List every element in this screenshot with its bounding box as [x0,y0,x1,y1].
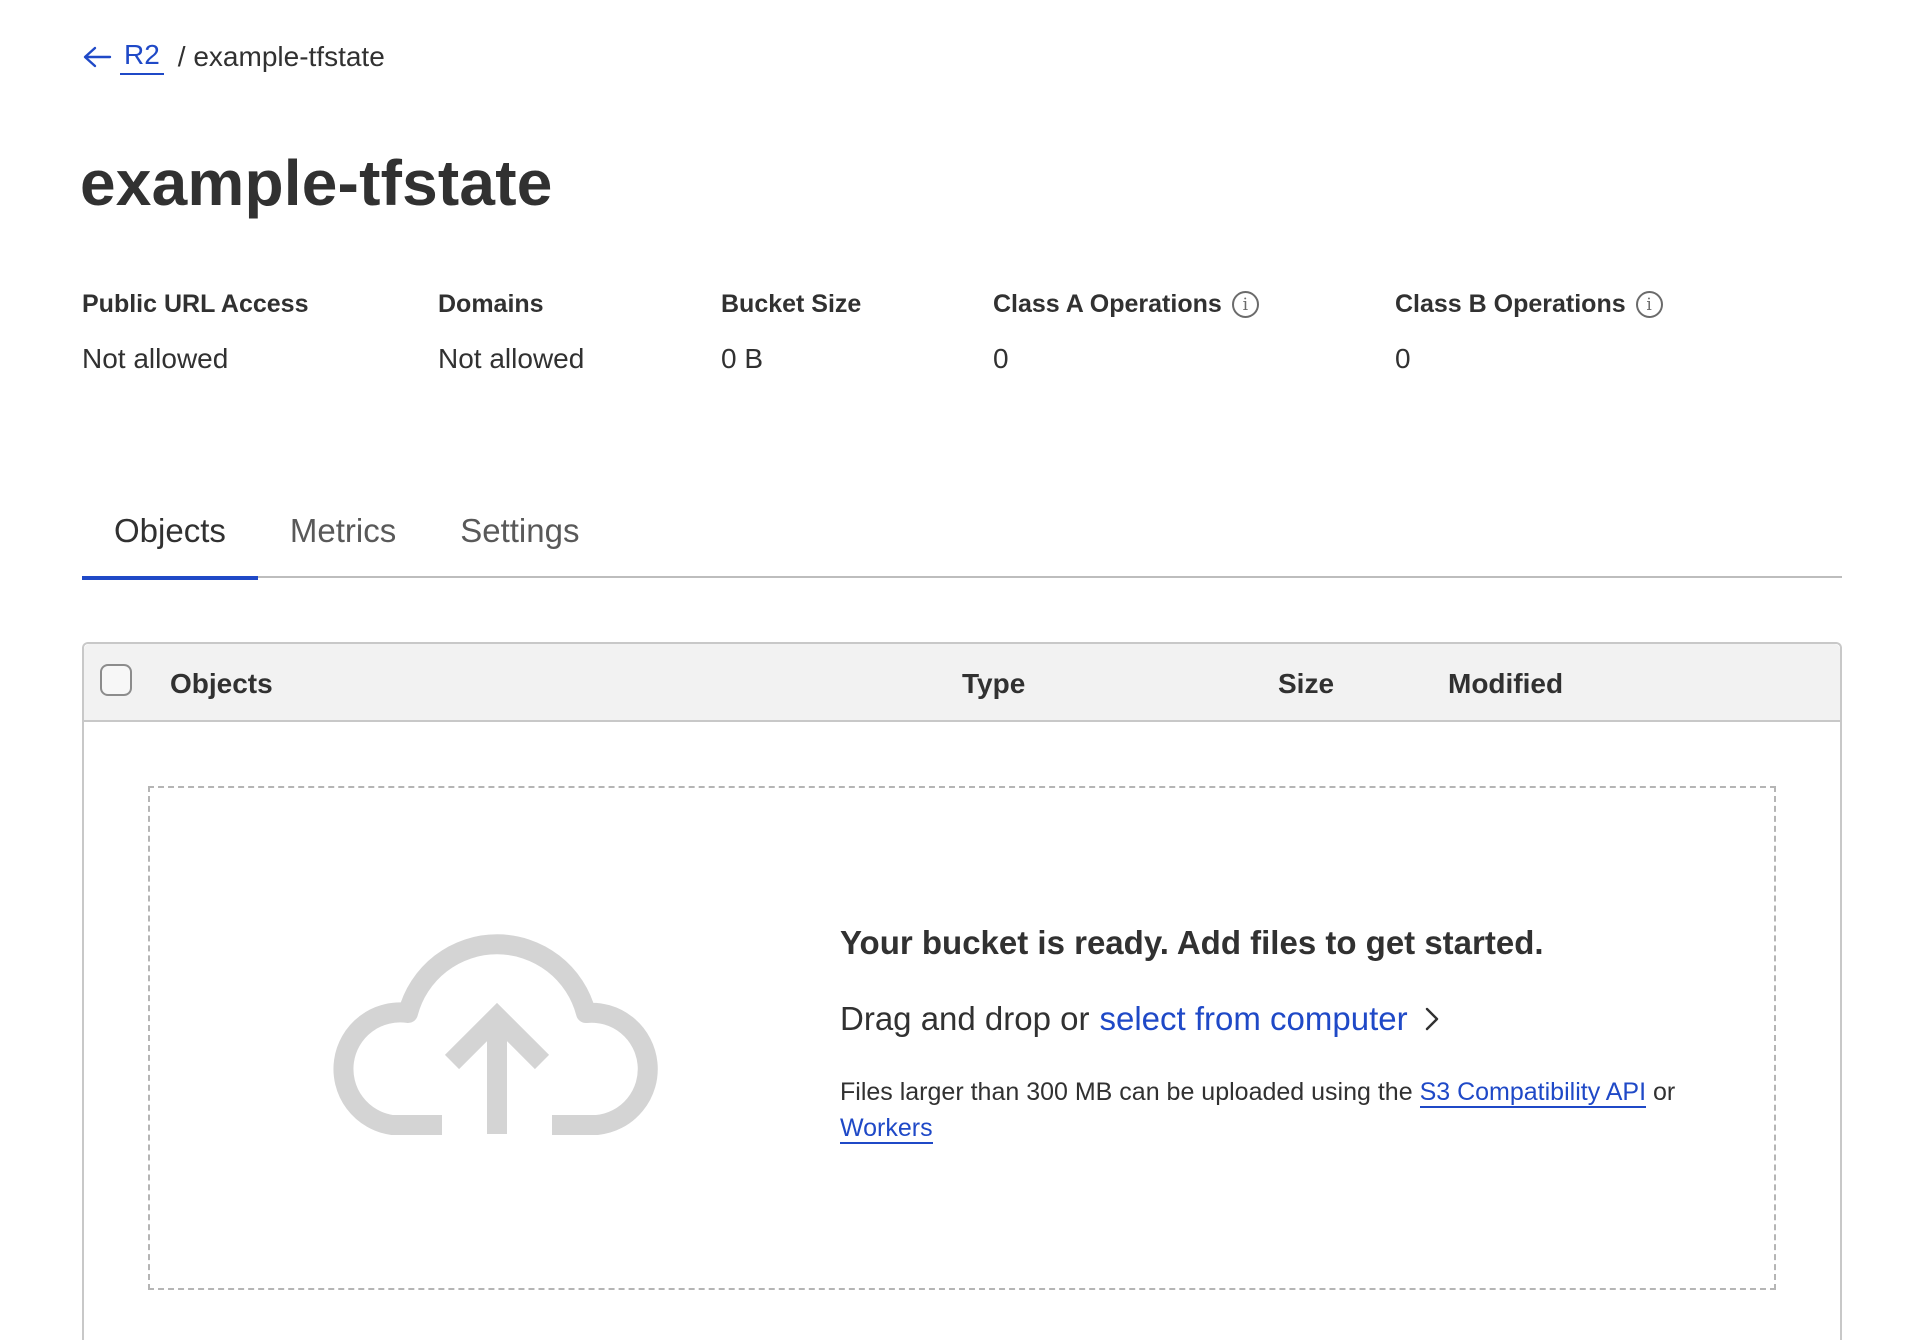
stat-public-url-access: Public URL Access Not allowed [82,290,308,375]
s3-compatibility-api-link[interactable]: S3 Compatibility API [1419,1078,1647,1108]
tab-settings[interactable]: Settings [428,500,611,578]
stat-value: Not allowed [82,343,229,374]
stat-class-a-operations: Class A Operations i 0 [993,290,1259,375]
page: R2 / example-tfstate example-tfstate Pub… [0,0,1926,1340]
objects-table: Objects Type Size Modified Your bucket i… [82,642,1842,1340]
column-header-size[interactable]: Size [1278,668,1334,700]
stat-label: Bucket Size [721,290,862,318]
stat-value: 0 B [721,343,764,374]
table-header: Objects Type Size Modified [84,644,1840,722]
stat-value: 0 [1395,343,1411,374]
info-icon[interactable]: i [1635,291,1663,318]
breadcrumb: R2 / example-tfstate [82,39,393,75]
arrow-left-icon [83,47,112,68]
chevron-right-icon[interactable] [1424,1005,1440,1033]
stat-label: Class A Operations [993,290,1222,318]
tab-bar: Objects Metrics Settings [82,500,1842,580]
stat-label-row: Class B Operations i [1395,290,1663,319]
stat-value: 0 [993,343,1009,374]
stat-class-b-operations: Class B Operations i 0 [1395,290,1663,375]
stat-label-row: Class A Operations i [993,290,1259,319]
tab-metrics[interactable]: Metrics [258,500,428,578]
large-file-note: Files larger than 300 MB can be uploaded… [840,1074,1740,1146]
stat-value: Not allowed [438,343,585,374]
page-title: example-tfstate [80,147,553,219]
column-header-modified[interactable]: Modified [1448,668,1563,700]
drag-text: Drag and drop or [840,1000,1090,1037]
stat-bucket-size: Bucket Size 0 B [721,290,861,375]
note-or: or [1653,1078,1676,1106]
note-prefix: Files larger than 300 MB can be uploaded… [840,1078,1413,1106]
column-header-type[interactable]: Type [962,668,1025,700]
upload-dropzone[interactable]: Your bucket is ready. Add files to get s… [148,786,1776,1290]
dropzone-drag-line: Drag and drop or select from computer [840,1000,1740,1038]
stat-domains: Domains Not allowed [438,290,584,375]
info-icon[interactable]: i [1231,291,1259,318]
dropzone-content: Your bucket is ready. Add files to get s… [840,924,1740,1146]
dropzone-heading: Your bucket is ready. Add files to get s… [840,924,1544,961]
select-from-computer-link[interactable]: select from computer [1099,1000,1407,1038]
breadcrumb-current: / example-tfstate [177,41,385,73]
stat-label: Class B Operations [1395,290,1626,318]
back-link[interactable]: R2 [82,39,164,75]
cloud-upload-icon [333,934,658,1135]
tab-objects[interactable]: Objects [82,500,258,580]
stat-label: Domains [438,290,544,318]
select-all-checkbox[interactable] [100,664,132,696]
column-header-objects[interactable]: Objects [170,668,273,700]
breadcrumb-r2-link[interactable]: R2 [120,39,164,75]
stat-label: Public URL Access [82,290,309,318]
workers-link[interactable]: Workers [840,1114,933,1144]
